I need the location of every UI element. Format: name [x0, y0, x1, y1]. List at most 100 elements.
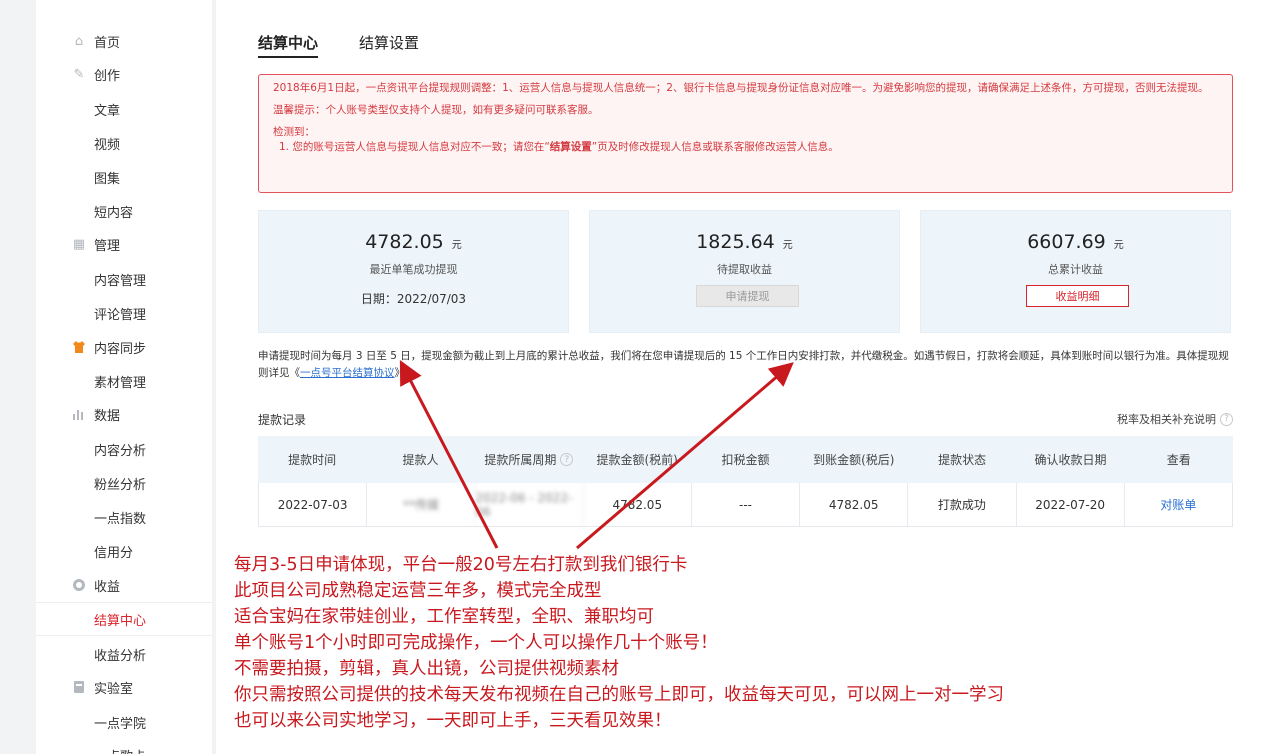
sidebar-item-label: 文章 — [94, 103, 121, 119]
sidebar-item-academy[interactable]: 一点学院 — [36, 705, 212, 739]
column-header: 确认收款日期 — [1034, 453, 1107, 467]
tab-settlement-center[interactable]: 结算中心 — [258, 32, 318, 53]
last-withdrawal-card: 4782.05 元 最近单笔成功提现 日期：2022/07/03 — [258, 210, 569, 333]
settlement-agreement-link[interactable]: 一点号平台结算协议 — [300, 367, 395, 379]
sidebar-item-index[interactable]: 一点指数 — [36, 500, 212, 534]
warning-notice: 2018年6月1日起，一点资讯平台提现规则调整：1、运营人信息与提现人信息统一；… — [258, 74, 1233, 193]
apply-withdraw-button[interactable]: 申请提现 — [696, 285, 799, 307]
cell-amount-aftertax: 4782.05 — [800, 483, 909, 526]
tax-note-link[interactable]: 税率及相关补充说明? — [1117, 411, 1233, 427]
column-header-period: 提款所属周期? — [475, 436, 583, 483]
notice-tip: 温馨提示：个人账号类型仅支持个人提现，如有更多疑问可联系客服。 — [273, 104, 599, 116]
sidebar-item-fans-analysis[interactable]: 粉丝分析 — [36, 466, 212, 500]
sidebar-item-comment-manage[interactable]: 评论管理 — [36, 296, 212, 330]
pending-income-amount: 1825.64 元 — [696, 231, 793, 253]
sidebar-item-create[interactable]: ✎ 创作 — [36, 57, 212, 91]
cell-confirm-date: 2022-07-20 — [1017, 483, 1125, 526]
sidebar-item-label: 实验室 — [94, 681, 134, 697]
help-icon[interactable]: ? — [1220, 412, 1233, 426]
sidebar-item-label: 内容同步 — [94, 341, 147, 357]
sidebar-item-material-manage[interactable]: 素材管理 — [36, 364, 212, 398]
sidebar-item-manage[interactable]: ▦ 管理 — [36, 227, 212, 261]
column-header: 扣税金额 — [721, 453, 770, 467]
sidebar-item-content-analysis[interactable]: 内容分析 — [36, 432, 212, 466]
column-header: 提款人 — [402, 453, 439, 467]
table-row: 2022-07-03 **传媒 2022-06 - 2022-06 4782.0… — [258, 483, 1233, 527]
sidebar-item-label: 内容管理 — [94, 273, 147, 289]
sidebar-item-card[interactable]: 一点歌卡 — [36, 738, 212, 754]
pending-income-card: 1825.64 元 待提取收益 申请提现 — [589, 210, 900, 333]
sidebar-item-data[interactable]: 数据 — [36, 397, 212, 431]
home-icon: ⌂ — [74, 33, 84, 49]
total-income-label: 总累计收益 — [1048, 263, 1103, 276]
last-withdrawal-date: 日期：2022/07/03 — [360, 292, 467, 306]
sidebar-item-label: 管理 — [94, 238, 121, 254]
cell-tax: --- — [692, 483, 801, 526]
sidebar-item-label: 一点指数 — [94, 511, 147, 527]
sidebar-item-label: 数据 — [94, 408, 121, 424]
total-income-amount: 6607.69 元 — [1027, 231, 1124, 253]
sidebar-item-content-manage[interactable]: 内容管理 — [36, 262, 212, 296]
annotation-line: 适合宝妈在家带娃创业，工作室转型，全职、兼职均可 — [234, 607, 654, 627]
sidebar-item-label: 收益分析 — [94, 648, 147, 664]
notice-rule: 2018年6月1日起，一点资讯平台提现规则调整：1、运营人信息与提现人信息统一；… — [273, 82, 1209, 94]
help-icon[interactable]: ? — [560, 453, 574, 466]
withdraw-records-table: 提款时间 提款人 提款所属周期? 提款金额(税前) 扣税金额 到账金额(税后) … — [258, 436, 1233, 527]
annotation-line: 此项目公司成熟稳定运营三年多，模式完全成型 — [234, 581, 602, 601]
sidebar-item-videos[interactable]: 视频 — [36, 126, 212, 160]
active-tab-indicator — [258, 56, 318, 58]
bar-chart-icon — [72, 407, 86, 421]
last-withdrawal-label: 最近单笔成功提现 — [369, 263, 458, 276]
annotation-line: 也可以来公司实地学习，一天即可上手，三天看见效果！ — [234, 711, 672, 731]
column-header: 提款状态 — [938, 453, 987, 467]
annotation-line: 每月3-5日申请体现，平台一般20号左右打款到我们银行卡 — [234, 555, 688, 575]
sidebar-item-home[interactable]: ⌂ 首页 — [36, 24, 212, 58]
sidebar-item-income-analysis[interactable]: 收益分析 — [36, 637, 212, 671]
notice-issue: 1. 您的账号运营人信息与提现人信息对应不一致；请您在“结算设置”页及时修改提现… — [279, 141, 839, 153]
annotation-text: 每月3-5日申请体现，平台一般20号左右打款到我们银行卡 此项目公司成熟稳定运营… — [234, 552, 1234, 734]
sidebar-item-gallery[interactable]: 图集 — [36, 160, 212, 194]
coin-icon — [72, 578, 86, 592]
income-detail-button[interactable]: 收益明细 — [1026, 285, 1129, 307]
sidebar-item-lab[interactable]: 实验室 — [36, 670, 212, 704]
sidebar-item-label: 粉丝分析 — [94, 477, 147, 493]
cell-withdraw-time: 2022-07-03 — [259, 483, 368, 526]
column-header: 提款金额(税前) — [596, 453, 678, 467]
sidebar-item-short-content[interactable]: 短内容 — [36, 194, 212, 228]
sidebar-item-label: 内容分析 — [94, 443, 147, 459]
sidebar-item-credit[interactable]: 信用分 — [36, 534, 212, 568]
sidebar-item-label: 收益 — [94, 579, 121, 595]
sidebar-item-income[interactable]: 收益 — [36, 568, 212, 602]
last-withdrawal-amount: 4782.05 元 — [365, 231, 462, 253]
sidebar-item-label: 一点歌卡 — [94, 746, 146, 754]
sidebar: ⌂ 首页 ✎ 创作 文章 视频 图集 短内容 ▦ 管理 内容管理 评论管理 内容… — [36, 0, 212, 754]
sidebar-item-label: 短内容 — [94, 205, 134, 221]
sidebar-item-articles[interactable]: 文章 — [36, 92, 212, 126]
sidebar-item-label: 素材管理 — [94, 375, 147, 391]
sidebar-item-label: 首页 — [94, 35, 121, 51]
total-income-card: 6607.69 元 总累计收益 收益明细 — [920, 210, 1231, 333]
cell-period: 2022-06 - 2022-06 — [475, 483, 584, 526]
pen-icon: ✎ — [73, 66, 85, 82]
column-header: 查看 — [1166, 453, 1191, 467]
shirt-icon — [72, 340, 86, 354]
sidebar-item-label: 结算中心 — [94, 613, 147, 629]
annotation-line: 不需要拍摄，剪辑，真人出镜，公司提供视频素材 — [234, 659, 619, 679]
sidebar-item-label: 视频 — [94, 137, 121, 153]
annotation-line: 你只需按照公司提供的技术每天发布视频在自己的账号上即可，收益每天可见，可以网上一… — [234, 685, 1004, 705]
settlement-settings-link[interactable]: 结算设置 — [550, 141, 592, 153]
pending-income-label: 待提取收益 — [717, 263, 772, 276]
annotation-line: 单个账号1个小时即可完成操作，一个人可以操作几十个账号！ — [234, 633, 718, 653]
cell-withdrawer: **传媒 — [367, 483, 476, 526]
sidebar-item-settlement-center[interactable]: 结算中心 — [36, 602, 212, 636]
statement-link[interactable]: 对账单 — [1125, 483, 1232, 526]
cell-status: 打款成功 — [908, 483, 1017, 526]
sidebar-item-content-sync[interactable]: 内容同步 — [36, 330, 212, 364]
cell-amount-pretax: 4782.05 — [584, 483, 692, 526]
grid-icon: ▦ — [72, 236, 86, 252]
sidebar-item-label: 信用分 — [94, 545, 134, 561]
column-header: 提款时间 — [288, 453, 337, 467]
sidebar-item-label: 创作 — [94, 68, 121, 84]
withdraw-rules-text: 申请提现时间为每月 3 日至 5 日，提现金额为截止到上月底的累计总收益，我们将… — [258, 350, 1229, 379]
tab-settlement-settings[interactable]: 结算设置 — [359, 32, 419, 53]
